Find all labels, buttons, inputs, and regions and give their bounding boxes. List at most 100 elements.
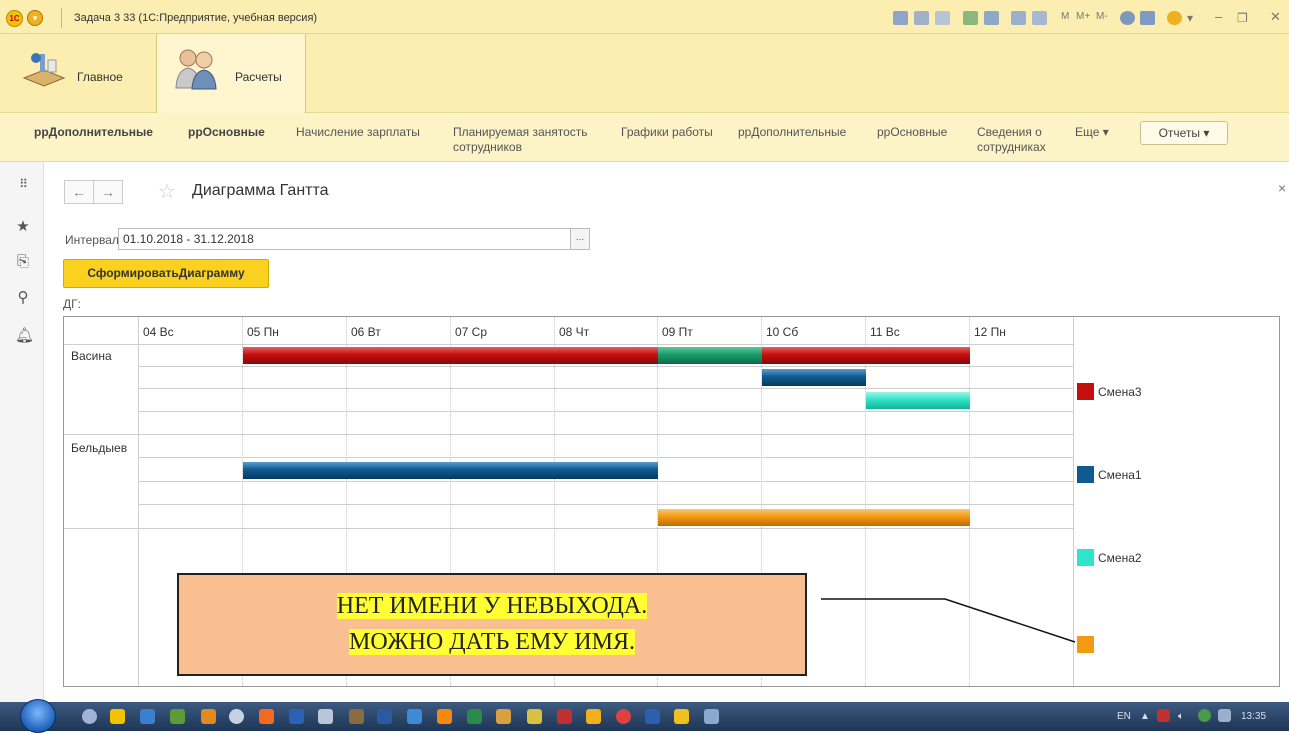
info-icon[interactable] <box>1167 11 1182 25</box>
main-menu-icon[interactable]: ▾ <box>27 10 43 26</box>
taskbar-word-icon[interactable] <box>645 709 660 724</box>
taskbar-app-icon[interactable] <box>527 709 542 724</box>
upload-icon[interactable] <box>963 11 978 25</box>
minimize-icon[interactable]: – <box>1215 9 1222 24</box>
taskbar-chrome-icon[interactable] <box>616 709 631 724</box>
taskbar-app-icon[interactable] <box>110 709 125 724</box>
desk-icon <box>22 53 66 87</box>
func-item-rr-main-2[interactable]: ррОсновные <box>877 125 947 140</box>
favorite-star-icon[interactable]: ☆ <box>158 180 176 204</box>
legend-label-smena3: Смена3 <box>1098 385 1142 399</box>
legend-label-smena1: Смена1 <box>1098 468 1142 482</box>
info-dropdown-icon[interactable]: ▾ <box>1187 11 1193 25</box>
legend-swatch-smena3 <box>1077 383 1094 400</box>
func-item-rr-additional-2[interactable]: ррДополнительные <box>738 125 846 140</box>
bar-smena2[interactable] <box>866 392 970 409</box>
taskbar-app-icon[interactable] <box>201 709 216 724</box>
taskbar-excel-icon[interactable] <box>467 709 482 724</box>
interval-input[interactable]: 01.10.2018 - 31.12.2018 <box>118 228 571 250</box>
back-button[interactable]: ← <box>64 180 94 204</box>
taskbar-app-icon[interactable] <box>586 709 601 724</box>
notifications-bell-icon[interactable]: 🔔︎ <box>15 328 34 344</box>
window-title-bar: 1C ▾ Задача 3 33 (1С:Предприятие, учебна… <box>0 0 1289 34</box>
taskbar-app-icon[interactable] <box>170 709 185 724</box>
bar-smena3[interactable] <box>243 347 658 364</box>
panels-icon[interactable] <box>1140 11 1155 25</box>
close-form-icon[interactable]: × <box>1278 180 1286 196</box>
taskbar-app-icon[interactable] <box>496 709 511 724</box>
save-icon[interactable] <box>893 11 908 25</box>
day-label: 10 Сб <box>766 325 799 339</box>
day-label: 12 Пн <box>974 325 1006 339</box>
taskbar-app-icon[interactable] <box>259 709 274 724</box>
section-main-label: Главное <box>77 70 123 84</box>
1c-logo-icon[interactable]: 1C <box>6 10 23 27</box>
print-icon[interactable] <box>914 11 929 25</box>
func-item-employee-info[interactable]: Сведения о сотрудниках <box>977 125 1046 155</box>
taskbar-clock-app-icon[interactable] <box>229 709 244 724</box>
network-icon[interactable] <box>1218 709 1231 722</box>
forward-button[interactable]: → <box>93 180 123 204</box>
preview-icon[interactable] <box>935 11 950 25</box>
bar-smena3[interactable] <box>762 347 970 364</box>
title-separator <box>61 8 62 28</box>
taskbar-app-icon[interactable] <box>289 709 304 724</box>
bar-smena1[interactable] <box>243 462 658 479</box>
left-nav-bar: ⠿ ★ ⎘ ⚲ 🔔︎ <box>0 162 44 702</box>
language-indicator[interactable]: EN <box>1117 711 1131 722</box>
calendar-icon[interactable] <box>1032 11 1047 25</box>
taskbar-1c-icon[interactable] <box>674 709 689 724</box>
history-icon[interactable]: ⎘ <box>15 254 31 270</box>
tray-app-icon[interactable] <box>1198 709 1211 722</box>
taskbar-app-icon[interactable] <box>318 709 333 724</box>
apps-grid-icon[interactable]: ⠿ <box>15 176 31 192</box>
func-item-rr-main[interactable]: ррОсновные <box>188 125 265 140</box>
interval-choose-button[interactable]: ... <box>570 228 590 250</box>
favorites-star-icon[interactable]: ★ <box>15 219 31 235</box>
callout-line-2: МОЖНО ДАТЬ ЕМУ ИМЯ. <box>349 629 635 655</box>
memory-m[interactable]: M <box>1061 11 1069 22</box>
section-main[interactable]: Главное <box>0 34 156 113</box>
day-label: 04 Вс <box>143 325 174 339</box>
restore-icon[interactable]: ❐ <box>1237 11 1248 25</box>
func-item-payroll[interactable]: Начисление зарплаты <box>296 125 420 140</box>
legend-swatch-smena2 <box>1077 549 1094 566</box>
close-window-icon[interactable]: ✕ <box>1270 9 1281 25</box>
memory-m-minus[interactable]: M- <box>1096 11 1108 22</box>
more-menu[interactable]: Еще ▾ <box>1075 125 1109 140</box>
bar-green[interactable] <box>658 347 762 364</box>
resource-label-vasina: Васина <box>71 349 112 363</box>
tray-app-icon[interactable] <box>1157 709 1170 722</box>
day-label: 11 Вс <box>870 325 900 339</box>
taskbar-app-icon[interactable] <box>377 709 392 724</box>
callout-pointer-line <box>821 598 1076 643</box>
bar-unnamed[interactable] <box>658 509 970 526</box>
search-icon[interactable]: ⚲ <box>15 290 31 306</box>
memory-m-plus[interactable]: M+ <box>1076 11 1090 22</box>
taskbar-app-icon[interactable] <box>557 709 572 724</box>
func-item-work-schedules[interactable]: Графики работы <box>621 125 713 140</box>
download-icon[interactable] <box>984 11 999 25</box>
taskbar-app-icon[interactable] <box>140 709 155 724</box>
section-calculations[interactable]: Расчеты <box>156 34 306 113</box>
taskbar-vlc-icon[interactable] <box>437 709 452 724</box>
gantt-header-line <box>64 344 1074 345</box>
clock[interactable]: 13:35 <box>1241 711 1266 722</box>
func-item-planned-employment[interactable]: Планируемая занятость сотрудников <box>453 125 588 155</box>
taskbar-app-icon[interactable] <box>407 709 422 724</box>
reports-button[interactable]: Отчеты ▾ <box>1140 121 1228 145</box>
resource-separator <box>64 528 1073 529</box>
calculator-icon[interactable] <box>1011 11 1026 25</box>
dg-label: ДГ: <box>63 297 81 311</box>
zoom-icon[interactable] <box>1120 11 1135 25</box>
bar-smena1[interactable] <box>762 369 866 386</box>
tray-expand-icon[interactable]: ▲ <box>1140 711 1150 722</box>
start-button-icon[interactable] <box>20 699 56 733</box>
taskbar-app-icon[interactable] <box>82 709 97 724</box>
generate-diagram-button[interactable]: СформироватьДиаграмму <box>63 259 269 288</box>
row-line <box>138 504 1073 505</box>
taskbar-app-icon[interactable] <box>704 709 719 724</box>
func-item-rr-additional[interactable]: ррДополнительные <box>34 125 153 140</box>
volume-icon[interactable]: 🔈︎ <box>1178 711 1184 722</box>
taskbar-app-icon[interactable] <box>349 709 364 724</box>
